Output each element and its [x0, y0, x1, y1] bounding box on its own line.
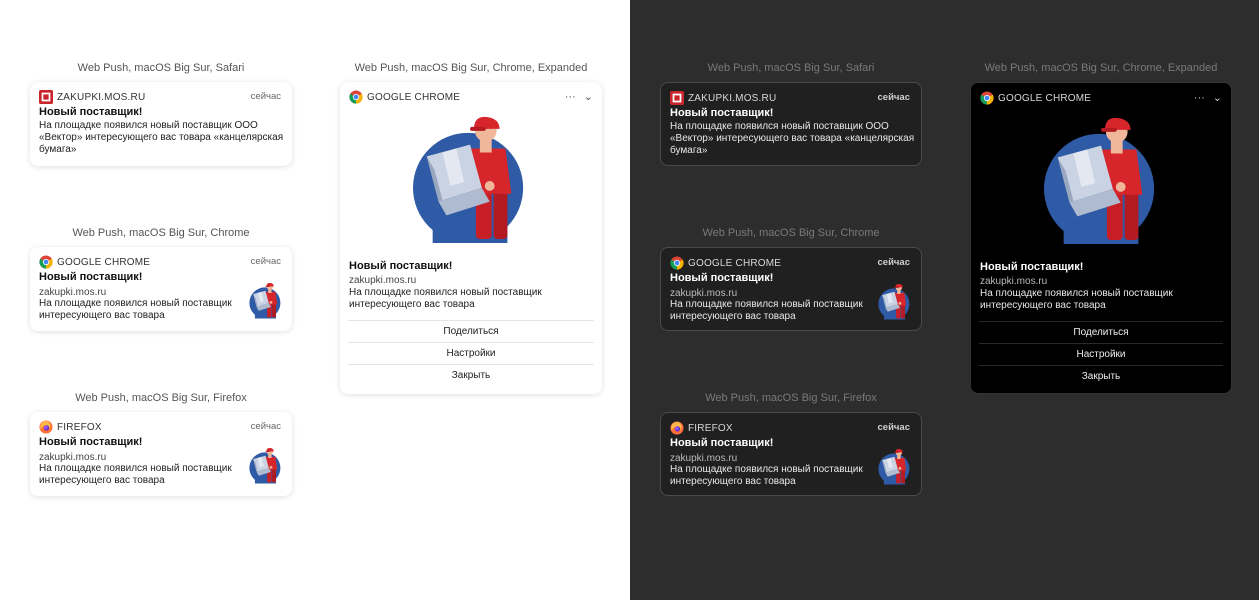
chrome-icon: [980, 91, 994, 105]
notification-header: GOOGLE CHROME: [670, 256, 781, 270]
courier-thumbnail-image: [877, 449, 913, 485]
courier-thumbnail-image: [248, 283, 284, 319]
notification-body: На площадке появился новый поставщик ООО…: [670, 121, 915, 156]
firefox-icon: [670, 421, 684, 435]
notification-controls: ··· ⌄: [557, 90, 593, 104]
notification-source: zakupki.mos.ru: [980, 276, 1048, 287]
courier-thumbnail-image: [248, 448, 284, 484]
notification-title: Новый поставщик!: [39, 436, 143, 448]
caption-safari: Web Push, macOS Big Sur, Safari: [707, 62, 875, 74]
notification-header: ZAKUPKI.MOS.RU: [39, 90, 145, 104]
notification-title: Новый поставщик!: [39, 106, 143, 118]
caption-chrome: Web Push, macOS Big Sur, Chrome: [72, 227, 250, 239]
more-options-icon[interactable]: ···: [1194, 92, 1205, 104]
zakupki-app-icon: [39, 90, 53, 104]
notification-chrome[interactable]: GOOGLE CHROME сейчас Новый поставщик! za…: [30, 247, 292, 331]
notification-header: ZAKUPKI.MOS.RU: [670, 91, 776, 105]
notification-header: FIREFOX: [39, 420, 102, 434]
close-button[interactable]: Закрыть: [979, 365, 1223, 388]
share-button[interactable]: Поделиться: [979, 321, 1223, 344]
app-name: ZAKUPKI.MOS.RU: [688, 92, 777, 104]
notification-header: GOOGLE CHROME: [39, 255, 150, 269]
notification-header: GOOGLE CHROME: [980, 91, 1091, 105]
notification-time: сейчас: [250, 91, 281, 102]
notification-title: Новый поставщик!: [349, 260, 453, 272]
app-name: ZAKUPKI.MOS.RU: [57, 91, 146, 103]
chrome-icon: [670, 256, 684, 270]
notification-source: zakupki.mos.ru: [670, 288, 738, 299]
app-name: FIREFOX: [57, 421, 102, 433]
notification-source: zakupki.mos.ru: [670, 453, 738, 464]
notification-title: Новый поставщик!: [670, 107, 774, 119]
caption-chrome-expanded: Web Push, macOS Big Sur, Chrome, Expande…: [984, 62, 1218, 74]
notification-safari[interactable]: ZAKUPKI.MOS.RU сейчас Новый поставщик! Н…: [660, 82, 922, 166]
notification-title: Новый поставщик!: [980, 261, 1084, 273]
notification-time: сейчас: [250, 421, 281, 432]
chrome-icon: [39, 255, 53, 269]
notification-controls: ··· ⌄: [1186, 91, 1222, 105]
app-name: GOOGLE CHROME: [688, 257, 782, 269]
settings-button[interactable]: Настройки: [348, 342, 594, 365]
app-name: GOOGLE CHROME: [998, 92, 1092, 104]
close-button[interactable]: Закрыть: [348, 364, 594, 387]
notification-source: zakupki.mos.ru: [349, 275, 417, 286]
notification-time: сейчас: [250, 256, 281, 267]
caption-safari: Web Push, macOS Big Sur, Safari: [77, 62, 245, 74]
notification-body: На площадке появился новый поставщик инт…: [980, 288, 1173, 311]
notification-chrome-expanded[interactable]: GOOGLE CHROME ··· ⌄ Новый поставщик! zak…: [970, 82, 1232, 394]
caption-chrome-expanded: Web Push, macOS Big Sur, Chrome, Expande…: [354, 62, 588, 74]
notification-body: На площадке появился новый поставщик инт…: [39, 463, 232, 486]
notification-body: На площадке появился новый поставщик инт…: [39, 298, 232, 321]
firefox-icon: [39, 420, 53, 434]
notification-time: сейчас: [877, 257, 911, 268]
dark-theme-panel: Web Push, macOS Big Sur, Safari ZAKUPKI.…: [630, 0, 1259, 600]
notification-chrome[interactable]: GOOGLE CHROME сейчас Новый поставщик! za…: [660, 247, 922, 331]
app-name: GOOGLE CHROME: [367, 91, 461, 103]
notification-header: FIREFOX: [670, 421, 733, 435]
notification-body: На площадке появился новый поставщик ООО…: [39, 120, 284, 155]
caption-firefox: Web Push, macOS Big Sur, Firefox: [75, 392, 247, 404]
notification-title: Новый поставщик!: [39, 271, 143, 283]
notification-header: GOOGLE CHROME: [349, 90, 460, 104]
chevron-down-icon[interactable]: ⌄: [1213, 91, 1222, 104]
notification-source: zakupki.mos.ru: [39, 452, 107, 463]
caption-chrome: Web Push, macOS Big Sur, Chrome: [702, 227, 880, 239]
courier-hero-image: [1044, 116, 1162, 248]
chrome-icon: [349, 90, 363, 104]
notification-body: На площадке появился новый поставщик инт…: [349, 287, 542, 310]
notification-body: На площадке появился новый поставщик инт…: [670, 464, 863, 487]
more-options-icon[interactable]: ···: [565, 91, 576, 103]
caption-firefox: Web Push, macOS Big Sur, Firefox: [705, 392, 877, 404]
notification-chrome-expanded[interactable]: GOOGLE CHROME ··· ⌄ Новый поставщик! zak…: [340, 82, 602, 394]
notification-firefox[interactable]: FIREFOX сейчас Новый поставщик! zakupki.…: [30, 412, 292, 496]
notification-title: Новый поставщик!: [670, 272, 774, 284]
courier-hero-image: [413, 115, 531, 247]
notification-source: zakupki.mos.ru: [39, 287, 107, 298]
zakupki-app-icon: [670, 91, 684, 105]
chevron-down-icon[interactable]: ⌄: [584, 90, 593, 103]
light-theme-panel: Web Push, macOS Big Sur, Safari ZAKUPKI.…: [0, 0, 630, 600]
notification-body: На площадке появился новый поставщик инт…: [670, 299, 863, 322]
settings-button[interactable]: Настройки: [979, 343, 1223, 366]
courier-thumbnail-image: [877, 284, 913, 320]
share-button[interactable]: Поделиться: [348, 320, 594, 343]
app-name: FIREFOX: [688, 422, 733, 434]
notification-time: сейчас: [877, 422, 911, 433]
app-name: GOOGLE CHROME: [57, 256, 151, 268]
notification-firefox[interactable]: FIREFOX сейчас Новый поставщик! zakupki.…: [660, 412, 922, 496]
notification-safari[interactable]: ZAKUPKI.MOS.RU сейчас Новый поставщик! Н…: [30, 82, 292, 166]
notification-title: Новый поставщик!: [670, 437, 774, 449]
notification-time: сейчас: [877, 92, 911, 103]
